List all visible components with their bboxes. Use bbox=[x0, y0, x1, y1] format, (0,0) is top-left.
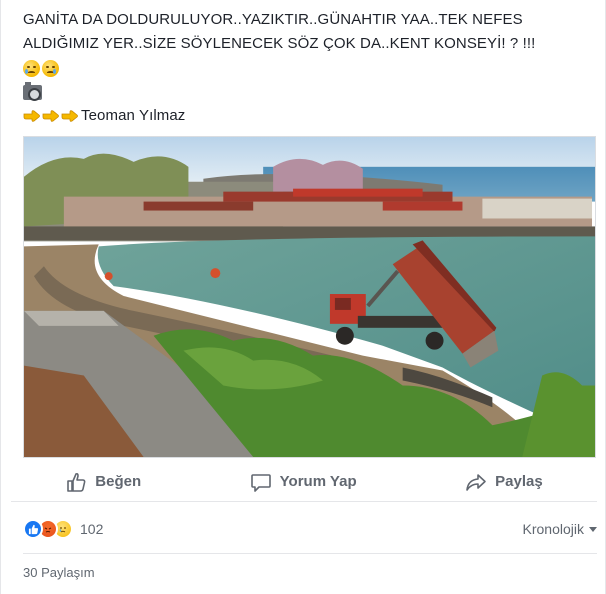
shares-count-link[interactable]: 30 Paylaşım bbox=[23, 565, 95, 580]
divider bbox=[23, 553, 597, 554]
post-body: GANİTA DA DOLDURULUYOR..YAZIKTIR..GÜNAHT… bbox=[23, 8, 593, 128]
post-text-line-2: ALDIĞIMIZ YER..SİZE SÖYLENECEK SÖZ ÇOK D… bbox=[23, 35, 536, 52]
sleepy-face-icon bbox=[23, 59, 40, 77]
pointing-right-icon bbox=[23, 108, 40, 124]
post-photo[interactable] bbox=[23, 136, 596, 458]
pointing-right-icon bbox=[42, 108, 59, 124]
sort-label: Kronolojik bbox=[522, 521, 584, 537]
like-button[interactable]: Beğen bbox=[53, 465, 153, 499]
reaction-count: 102 bbox=[80, 521, 104, 537]
author-row: Teoman Yılmaz bbox=[23, 104, 593, 128]
camera-row bbox=[23, 80, 593, 104]
post-text-line-1: GANİTA DA DOLDURULUYOR..YAZIKTIR..GÜNAHT… bbox=[23, 11, 523, 28]
comment-label: Yorum Yap bbox=[279, 473, 357, 490]
reactions-summary[interactable]: 102 bbox=[23, 519, 103, 539]
emoji-row bbox=[23, 56, 593, 80]
like-reaction-icon bbox=[23, 519, 43, 539]
post-card: GANİTA DA DOLDURULUYOR..YAZIKTIR..GÜNAHT… bbox=[0, 0, 606, 594]
comment-button[interactable]: Yorum Yap bbox=[238, 465, 369, 499]
chevron-down-icon bbox=[589, 526, 597, 532]
comment-sort-dropdown[interactable]: Kronolojik bbox=[523, 521, 597, 537]
speech-bubble-icon bbox=[250, 473, 271, 492]
thumbs-up-icon bbox=[67, 472, 86, 492]
author-name: Teoman Yılmaz bbox=[81, 107, 186, 124]
post-actions-bar: Beğen Yorum Yap Paylaş bbox=[11, 462, 597, 502]
share-arrow-icon bbox=[466, 473, 486, 491]
pointing-right-icon bbox=[61, 108, 78, 124]
camera-icon bbox=[23, 81, 42, 101]
share-label: Paylaş bbox=[495, 473, 543, 490]
share-button[interactable]: Paylaş bbox=[453, 465, 555, 499]
disappointed-relieved-face-icon bbox=[42, 59, 59, 77]
like-label: Beğen bbox=[95, 473, 142, 490]
reactions-row: 102 Kronolojik bbox=[23, 514, 597, 544]
